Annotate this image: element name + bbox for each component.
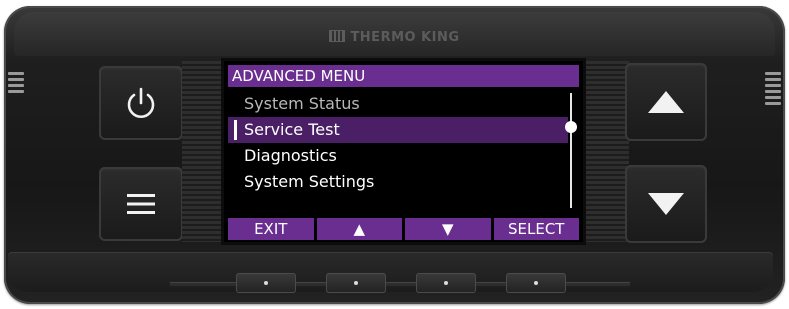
key-dot-icon bbox=[534, 281, 538, 285]
softkey-up[interactable]: ▲ bbox=[316, 218, 402, 240]
left-grille bbox=[182, 61, 226, 242]
hamburger-menu-icon bbox=[127, 194, 155, 214]
down-button[interactable] bbox=[625, 165, 707, 243]
triangle-up-icon bbox=[648, 91, 684, 113]
scrollbar-track[interactable] bbox=[570, 93, 572, 208]
softkey-down[interactable]: ▼ bbox=[405, 218, 491, 240]
power-button[interactable] bbox=[99, 66, 183, 140]
display-screen: ADVANCED MENU System Status Service Test… bbox=[224, 61, 583, 242]
hardware-key-3[interactable] bbox=[416, 273, 476, 293]
up-button[interactable] bbox=[625, 63, 707, 141]
key-dot-icon bbox=[354, 281, 358, 285]
brand-name: THERMO KING bbox=[350, 30, 460, 45]
power-icon bbox=[127, 87, 155, 118]
menu-list: System Status Service Test Diagnostics S… bbox=[228, 91, 568, 195]
menu-item-system-status[interactable]: System Status bbox=[228, 91, 568, 117]
menu-title: ADVANCED MENU bbox=[228, 65, 579, 87]
menu-button[interactable] bbox=[99, 167, 183, 241]
scrollbar-thumb[interactable] bbox=[565, 121, 577, 133]
softkey-exit[interactable]: EXIT bbox=[228, 218, 314, 240]
top-band: THERMO KING bbox=[14, 12, 775, 56]
left-vent bbox=[8, 72, 24, 96]
softkey-select[interactable]: SELECT bbox=[493, 218, 579, 240]
brand-logo: THERMO KING bbox=[14, 30, 775, 45]
right-grille bbox=[585, 61, 629, 242]
hardware-key-1[interactable] bbox=[236, 273, 296, 293]
triangle-down-icon bbox=[648, 193, 684, 215]
key-dot-icon bbox=[264, 281, 268, 285]
hardware-key-4[interactable] bbox=[506, 273, 566, 293]
key-dot-icon bbox=[444, 281, 448, 285]
right-vent bbox=[765, 72, 781, 108]
brand-logo-icon bbox=[329, 30, 346, 42]
hardware-key-2[interactable] bbox=[326, 273, 386, 293]
menu-item-diagnostics[interactable]: Diagnostics bbox=[228, 143, 568, 169]
menu-item-service-test[interactable]: Service Test bbox=[228, 117, 568, 143]
softkey-bar: EXIT ▲ ▼ SELECT bbox=[228, 218, 579, 240]
bottom-bar bbox=[8, 252, 773, 292]
menu-item-system-settings[interactable]: System Settings bbox=[228, 169, 568, 195]
